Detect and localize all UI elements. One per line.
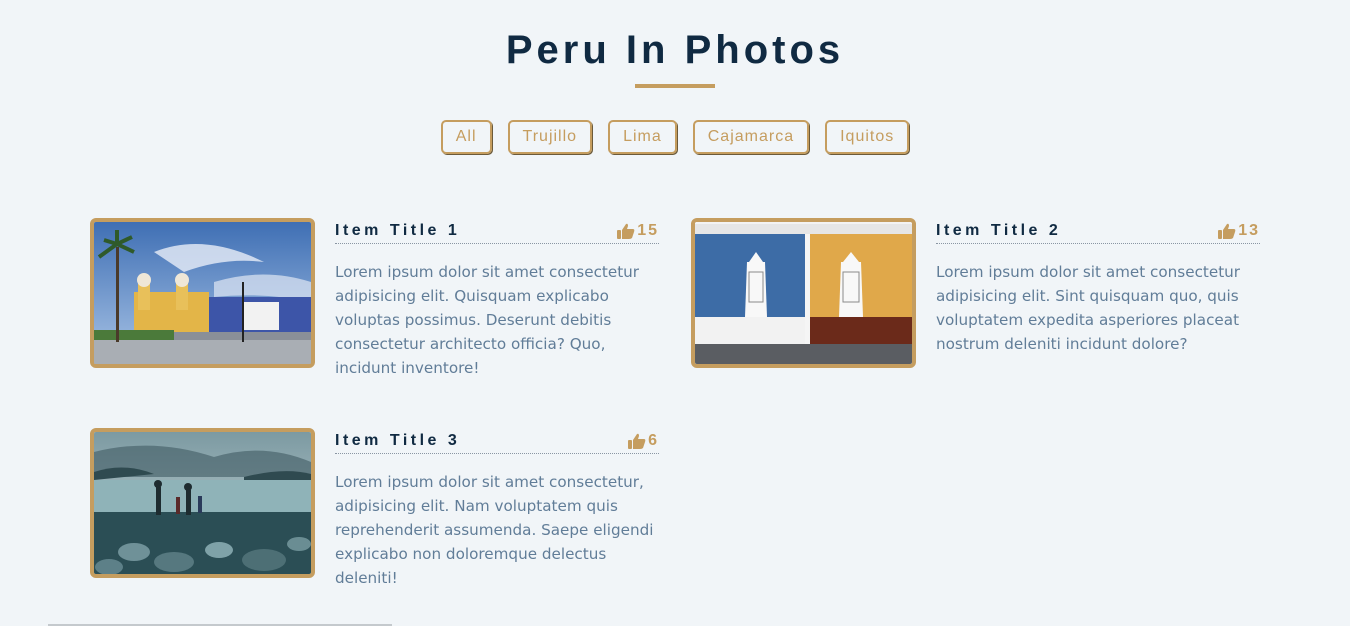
menu-item-card: Item Title 1 15 Lorem ipsum dolor sit am… bbox=[90, 218, 660, 378]
title-underline bbox=[635, 84, 715, 88]
balconies-photo-image bbox=[695, 222, 912, 364]
item-header: Item Title 2 13 bbox=[936, 218, 1260, 244]
item-description: Lorem ipsum dolor sit amet consectetur a… bbox=[335, 263, 640, 377]
page-title: Peru In Photos bbox=[505, 28, 845, 72]
filter-cajamarca-button[interactable]: Cajamarca bbox=[692, 120, 810, 154]
item-title: Item Title 3 bbox=[335, 431, 461, 449]
filter-lima-button[interactable]: Lima bbox=[608, 120, 677, 154]
item-info: Item Title 1 15 Lorem ipsum dolor sit am… bbox=[335, 218, 659, 380]
item-photo-cathedral bbox=[90, 218, 315, 368]
filter-all-button[interactable]: All bbox=[440, 120, 492, 154]
like-count: 6 bbox=[648, 431, 659, 449]
cathedral-photo-image bbox=[94, 222, 311, 364]
thumbs-up-icon bbox=[617, 223, 635, 239]
item-title: Item Title 1 bbox=[335, 221, 461, 239]
thumbs-up-icon bbox=[1218, 223, 1236, 239]
like-counter[interactable]: 15 bbox=[617, 222, 659, 240]
menu-item-card: Item Title 3 6 Lorem ipsum dolor sit ame… bbox=[90, 428, 660, 588]
thumbs-up-icon bbox=[628, 433, 646, 449]
item-info: Item Title 3 6 Lorem ipsum dolor sit ame… bbox=[335, 428, 659, 590]
item-description: Lorem ipsum dolor sit amet consectetur, … bbox=[335, 473, 654, 587]
menu-item-card: Item Title 2 13 Lorem ipsum dolor sit am… bbox=[691, 218, 1261, 378]
like-counter[interactable]: 6 bbox=[628, 432, 659, 450]
item-header: Item Title 3 6 bbox=[335, 428, 659, 454]
item-description: Lorem ipsum dolor sit amet consectetur a… bbox=[936, 263, 1241, 353]
like-count: 13 bbox=[1238, 221, 1260, 239]
filter-bar: All Trujillo Lima Cajamarca Iquitos bbox=[0, 120, 1350, 154]
item-info: Item Title 2 13 Lorem ipsum dolor sit am… bbox=[936, 218, 1260, 356]
item-header: Item Title 1 15 bbox=[335, 218, 659, 244]
item-title: Item Title 2 bbox=[936, 221, 1062, 239]
like-count: 15 bbox=[637, 221, 659, 239]
filter-trujillo-button[interactable]: Trujillo bbox=[507, 120, 593, 154]
beach-photo-image bbox=[94, 432, 311, 574]
item-photo-balconies bbox=[691, 218, 916, 368]
filter-iquitos-button[interactable]: Iquitos bbox=[825, 120, 910, 154]
item-photo-beach bbox=[90, 428, 315, 578]
like-counter[interactable]: 13 bbox=[1218, 222, 1260, 240]
